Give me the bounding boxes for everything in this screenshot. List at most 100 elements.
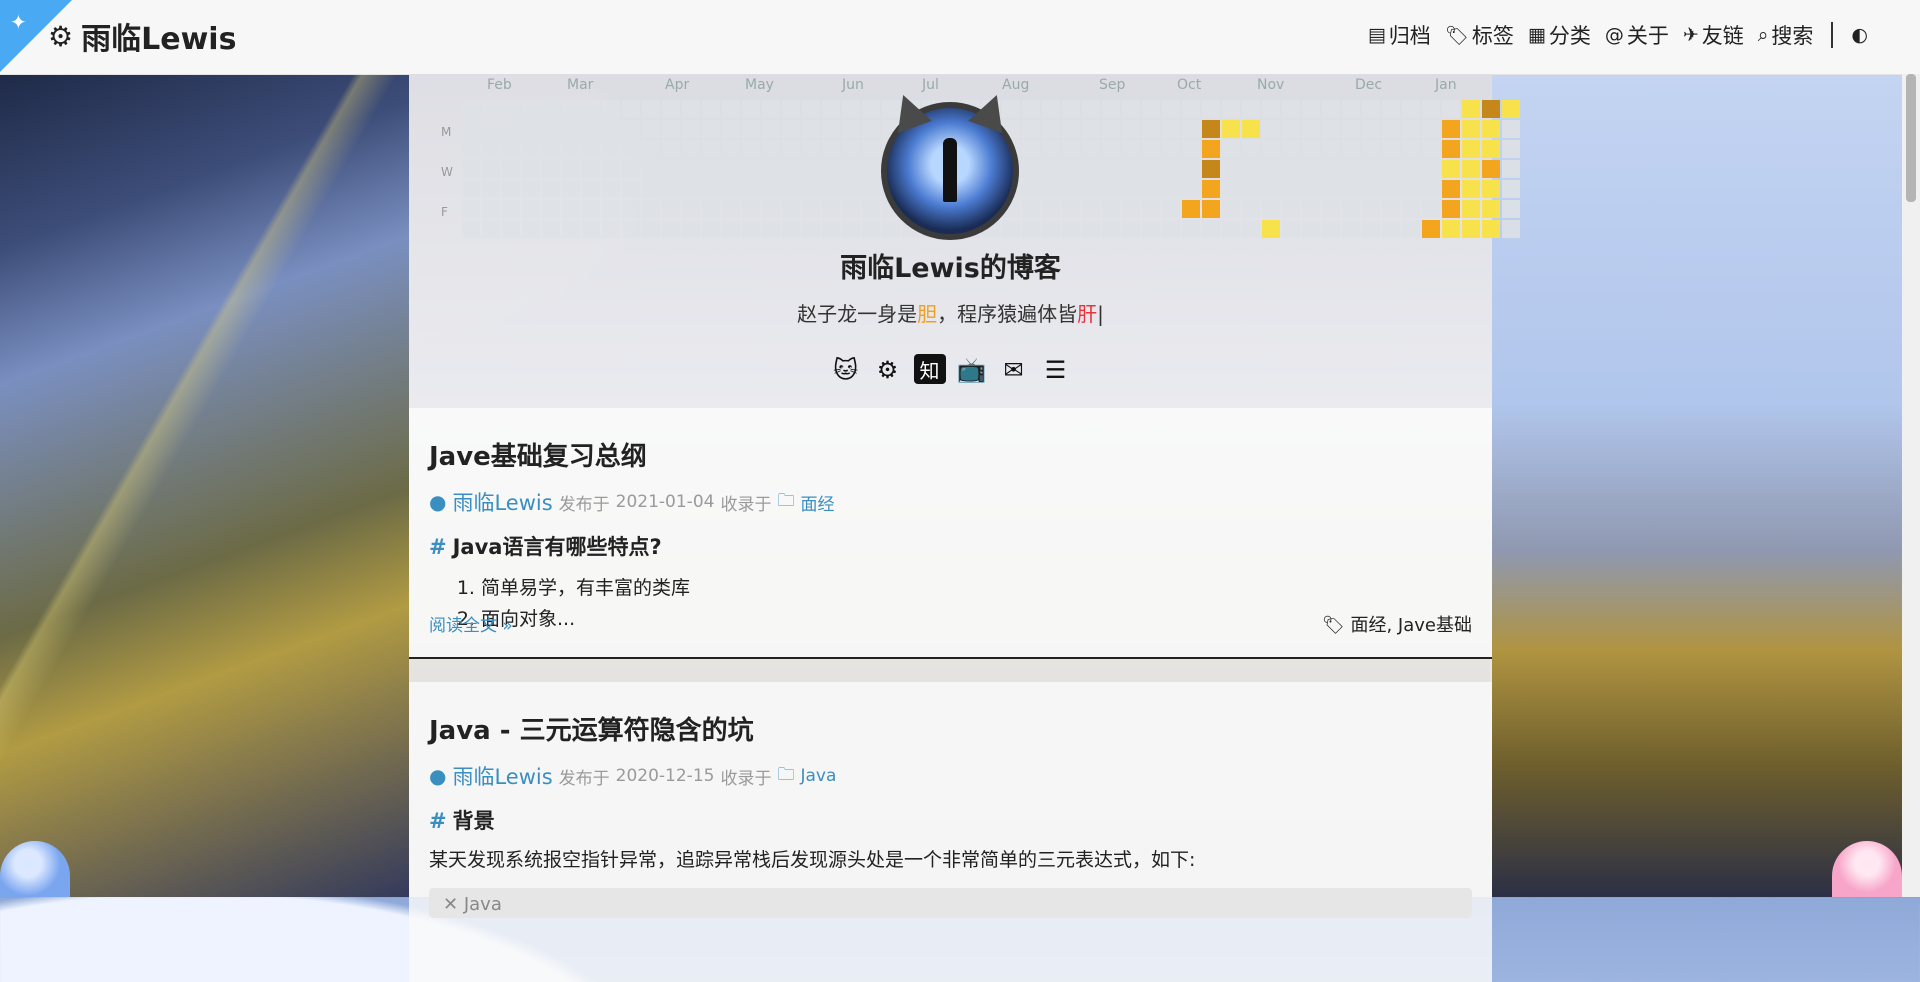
heatmap-cell[interactable] [502, 100, 520, 118]
heatmap-cell[interactable] [862, 100, 880, 118]
heatmap-cell[interactable] [482, 140, 500, 158]
heatmap-cell[interactable] [1162, 200, 1180, 218]
heatmap-cell[interactable] [1482, 140, 1500, 158]
heatmap-cell[interactable] [842, 120, 860, 138]
heatmap-cell[interactable] [1322, 100, 1340, 118]
heatmap-cell[interactable] [622, 220, 640, 238]
heatmap-cell[interactable] [822, 100, 840, 118]
heatmap-cell[interactable] [1322, 140, 1340, 158]
heatmap-cell[interactable] [1462, 160, 1480, 178]
heatmap-cell[interactable] [1422, 100, 1440, 118]
heatmap-cell[interactable] [1302, 180, 1320, 198]
heatmap-cell[interactable] [582, 200, 600, 218]
heatmap-cell[interactable] [642, 120, 660, 138]
heatmap-cell[interactable] [602, 140, 620, 158]
heatmap-cell[interactable] [1442, 220, 1460, 238]
heatmap-cell[interactable] [582, 140, 600, 158]
heatmap-cell[interactable] [1422, 180, 1440, 198]
heatmap-cell[interactable] [622, 180, 640, 198]
heatmap-cell[interactable] [702, 160, 720, 178]
heatmap-cell[interactable] [1042, 160, 1060, 178]
heatmap-cell[interactable] [742, 140, 760, 158]
heatmap-cell[interactable] [622, 140, 640, 158]
heatmap-cell[interactable] [1382, 220, 1400, 238]
heatmap-cell[interactable] [702, 140, 720, 158]
heatmap-cell[interactable] [802, 100, 820, 118]
heatmap-cell[interactable] [1022, 140, 1040, 158]
heatmap-cell[interactable] [1242, 100, 1260, 118]
heatmap-cell[interactable] [482, 180, 500, 198]
heatmap-cell[interactable] [502, 160, 520, 178]
heatmap-cell[interactable] [1322, 220, 1340, 238]
half-circle-icon[interactable]: ◐ [1851, 24, 1868, 46]
heatmap-cell[interactable] [462, 200, 480, 218]
heatmap-cell[interactable] [542, 100, 560, 118]
heatmap-cell[interactable] [862, 160, 880, 178]
heatmap-cell[interactable] [1022, 100, 1040, 118]
heatmap-cell[interactable] [1302, 160, 1320, 178]
heatmap-cell[interactable] [1462, 220, 1480, 238]
heatmap-cell[interactable] [1022, 160, 1040, 178]
heatmap-cell[interactable] [1362, 180, 1380, 198]
heatmap-cell[interactable] [1122, 160, 1140, 178]
heatmap-cell[interactable] [1362, 120, 1380, 138]
heatmap-cell[interactable] [802, 200, 820, 218]
heatmap-cell[interactable] [1282, 180, 1300, 198]
heatmap-cell[interactable] [1362, 160, 1380, 178]
heatmap-cell[interactable] [782, 100, 800, 118]
heatmap-cell[interactable] [822, 220, 840, 238]
heatmap-cell[interactable] [602, 200, 620, 218]
heatmap-cell[interactable] [1102, 100, 1120, 118]
heatmap-cell[interactable] [1102, 200, 1120, 218]
heatmap-cell[interactable] [1102, 120, 1120, 138]
heatmap-cell[interactable] [1142, 100, 1160, 118]
heatmap-cell[interactable] [1222, 180, 1240, 198]
heatmap-cell[interactable] [622, 200, 640, 218]
heatmap-cell[interactable] [1122, 120, 1140, 138]
heatmap-cell[interactable] [1482, 180, 1500, 198]
heatmap-cell[interactable] [542, 200, 560, 218]
heatmap-cell[interactable] [562, 160, 580, 178]
heatmap-cell[interactable] [1262, 160, 1280, 178]
heatmap-cell[interactable] [1482, 100, 1500, 118]
heatmap-cell[interactable] [1402, 140, 1420, 158]
heatmap-cell[interactable] [1202, 180, 1220, 198]
heatmap-cell[interactable] [542, 180, 560, 198]
heatmap-cell[interactable] [722, 180, 740, 198]
heatmap-cell[interactable] [502, 140, 520, 158]
post-title[interactable]: Java - 三元运算符隐含的坑 [429, 710, 1472, 747]
heatmap-cell[interactable] [1242, 160, 1260, 178]
heatmap-cell[interactable] [662, 220, 680, 238]
heatmap-cell[interactable] [822, 200, 840, 218]
heatmap-cell[interactable] [762, 100, 780, 118]
heatmap-cell[interactable] [662, 140, 680, 158]
heatmap-cell[interactable] [1042, 140, 1060, 158]
heatmap-cell[interactable] [1162, 220, 1180, 238]
heatmap-cell[interactable] [1182, 200, 1200, 218]
heatmap-cell[interactable] [1002, 220, 1020, 238]
heatmap-cell[interactable] [782, 200, 800, 218]
heatmap-cell[interactable] [1062, 220, 1080, 238]
heatmap-cell[interactable] [1082, 220, 1100, 238]
heatmap-cell[interactable] [842, 140, 860, 158]
heatmap-cell[interactable] [1242, 140, 1260, 158]
heatmap-cell[interactable] [782, 120, 800, 138]
heatmap-cell[interactable] [1462, 140, 1480, 158]
heatmap-cell[interactable] [462, 160, 480, 178]
heatmap-cell[interactable] [642, 160, 660, 178]
heatmap-cell[interactable] [1262, 180, 1280, 198]
heatmap-cell[interactable] [1162, 160, 1180, 178]
heatmap-cell[interactable] [1082, 160, 1100, 178]
heatmap-cell[interactable] [842, 160, 860, 178]
heatmap-cell[interactable] [1102, 140, 1120, 158]
heatmap-cell[interactable] [862, 200, 880, 218]
heatmap-cell[interactable] [1362, 220, 1380, 238]
heatmap-cell[interactable] [1022, 120, 1040, 138]
post-title[interactable]: Jave基础复习总纲 [429, 436, 1472, 473]
heatmap-cell[interactable] [1202, 220, 1220, 238]
heatmap-cell[interactable] [1322, 160, 1340, 178]
heatmap-cell[interactable] [1442, 180, 1460, 198]
heatmap-cell[interactable] [1142, 180, 1160, 198]
heatmap-cell[interactable] [862, 220, 880, 238]
bilibili-icon[interactable]: 📺 [956, 354, 988, 386]
